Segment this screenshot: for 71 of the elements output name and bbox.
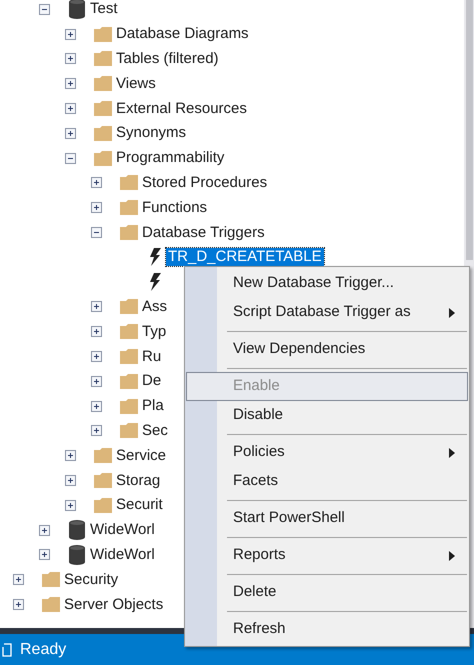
tree-item[interactable]: Security [62,570,120,589]
menu-item[interactable]: New Database Trigger... [186,269,468,298]
folder-icon [120,324,138,340]
expand-icon[interactable] [13,599,24,610]
menu-item[interactable]: View Dependencies [186,335,468,364]
folder-icon [94,448,112,464]
lightning-icon [148,248,160,266]
folder-icon [42,597,60,612]
database-icon [68,520,84,540]
expand-icon[interactable] [91,400,102,412]
expand-icon[interactable] [91,301,102,312]
folder-icon [94,51,112,66]
database-icon [68,544,84,565]
lightning-icon [148,273,160,292]
menu-item[interactable]: Delete [186,578,468,607]
collapse-icon[interactable] [65,152,76,164]
expand-icon[interactable] [65,28,76,40]
menu-item[interactable]: Script Database Trigger as [186,298,468,327]
menu-item[interactable]: Reports [186,541,468,570]
expand-icon[interactable] [91,351,102,362]
tree-item[interactable]: Programmability [114,149,226,168]
folder-icon [94,26,112,42]
folder-icon [120,175,138,190]
folder-icon [94,150,112,166]
collapse-icon[interactable] [39,4,50,15]
expand-icon[interactable] [65,78,76,90]
folder-icon [120,423,138,438]
folder-icon [120,225,138,240]
menu-item[interactable]: Refresh [186,615,468,644]
menu-item[interactable]: Disable [186,401,468,430]
database-icon [68,0,84,20]
window-icon [2,642,12,656]
folder-icon [120,349,138,364]
folder-icon [94,473,112,488]
folder-icon [94,76,112,92]
folder-icon [120,374,138,389]
tree-item[interactable]: Synonyms [114,124,188,142]
tree-item[interactable]: Storag [114,472,162,490]
folder-icon [42,572,60,588]
folder-icon [94,101,112,116]
tree-item[interactable]: Tables (filtered) [114,50,221,68]
tree-item[interactable]: Typ [140,322,168,341]
tree-item[interactable]: Database Diagrams [114,25,251,44]
folder-icon [120,398,138,414]
menu-item[interactable]: Facets [186,467,468,496]
expand-icon[interactable] [39,549,50,560]
expand-icon[interactable] [65,103,76,114]
expand-icon[interactable] [65,475,76,486]
expand-icon[interactable] [91,202,102,214]
expand-icon[interactable] [91,376,102,387]
folder-icon [120,200,138,216]
expand-icon[interactable] [91,326,102,338]
folder-icon [120,299,138,314]
expand-icon[interactable] [65,450,76,462]
expand-icon[interactable] [39,524,50,536]
menu-item[interactable]: Start PowerShell [186,504,468,533]
tree-item[interactable]: TR_D_CREATETABLE [166,248,324,266]
expand-icon[interactable] [91,177,102,188]
collapse-icon[interactable] [91,227,102,238]
expand-icon[interactable] [91,425,102,436]
expand-icon[interactable] [65,53,76,64]
expand-icon[interactable] [65,128,76,139]
folder-icon [94,126,112,141]
tree-item[interactable]: Database Triggers [140,224,267,242]
folder-icon [94,498,112,513]
menu-item[interactable]: Policies [186,438,468,467]
status-text: Ready [20,640,66,660]
expand-icon[interactable] [13,574,24,586]
tree-item[interactable]: Server Objects [62,596,166,614]
expand-icon[interactable] [65,500,76,511]
scrollbar-thumb[interactable] [466,0,472,260]
